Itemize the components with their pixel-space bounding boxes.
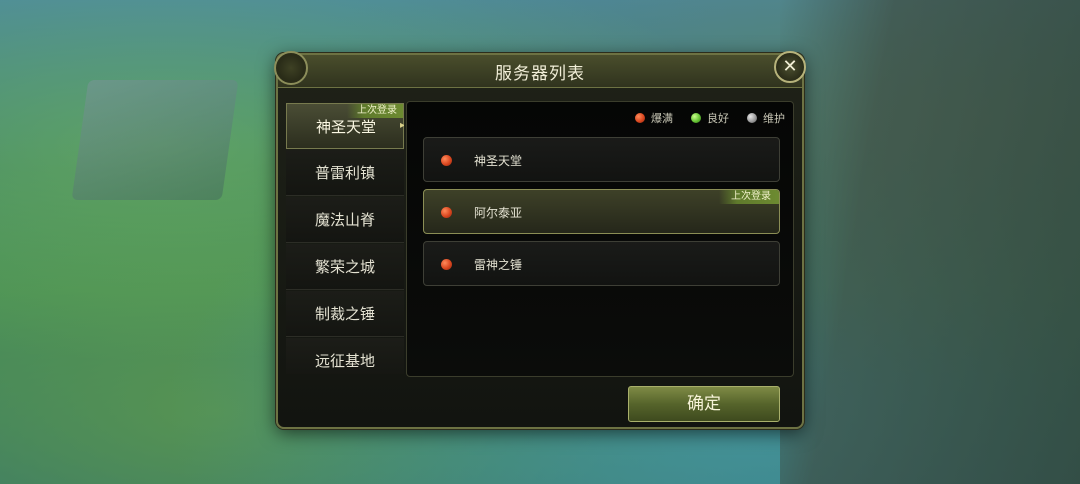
server-item-3[interactable]: 雷神之锤 (423, 241, 780, 286)
background-ruins (71, 80, 239, 200)
last-login-tag: 上次登录 (719, 190, 779, 204)
legend-good-label: 良好 (707, 112, 729, 125)
legend-maintenance-label: 维护 (763, 112, 785, 125)
server-name: 雷神之锤 (474, 258, 523, 272)
legend-full: 爆满 (635, 110, 673, 126)
zone-item-2[interactable]: 普雷利镇 (286, 150, 404, 196)
server-name: 阿尔泰亚 (474, 206, 523, 220)
status-legend: 爆满 良好 维护 (635, 110, 785, 126)
status-full-icon (441, 155, 452, 166)
zone-item-6[interactable]: 远征基地 (286, 338, 404, 374)
server-item-2[interactable]: 阿尔泰亚 上次登录 (423, 189, 780, 234)
confirm-button[interactable]: 确定 (628, 386, 780, 422)
server-list-panel: 爆满 良好 维护 神圣天堂 阿尔泰亚 上次登录 雷神之锤 (406, 101, 794, 377)
dialog-title: 服务器列表 (495, 64, 585, 84)
status-full-icon (441, 207, 452, 218)
close-button[interactable]: ✕ (774, 51, 806, 83)
zone-item-5[interactable]: 制裁之锤 (286, 291, 404, 337)
zone-label: 繁荣之城 (315, 258, 376, 276)
zone-item-1[interactable]: 神圣天堂 上次登录 ▸ (286, 103, 404, 149)
selected-arrow-icon: ▸ (399, 120, 404, 131)
status-maintenance-icon (747, 113, 757, 123)
zone-label: 神圣天堂 (316, 118, 377, 136)
zone-label: 魔法山脊 (315, 211, 376, 229)
zone-label: 制裁之锤 (315, 305, 376, 323)
zone-item-3[interactable]: 魔法山脊 (286, 197, 404, 243)
server-name: 神圣天堂 (474, 154, 523, 168)
zone-label: 普雷利镇 (315, 164, 376, 182)
zone-item-4[interactable]: 繁荣之城 (286, 244, 404, 290)
last-login-tag: 上次登录 (347, 104, 403, 118)
legend-full-label: 爆满 (651, 112, 673, 125)
zone-label: 远征基地 (315, 352, 376, 370)
status-full-icon (635, 113, 645, 123)
server-item-1[interactable]: 神圣天堂 (423, 137, 780, 182)
title-bar: 服务器列表 ✕ (274, 51, 806, 88)
background-rock (780, 0, 1080, 484)
status-good-icon (691, 113, 701, 123)
zone-sidebar: 神圣天堂 上次登录 ▸ 普雷利镇 魔法山脊 繁荣之城 制裁之锤 远征基地 (286, 103, 404, 374)
legend-maintenance: 维护 (747, 110, 785, 126)
legend-good: 良好 (691, 110, 729, 126)
server-list-dialog: 服务器列表 ✕ 神圣天堂 上次登录 ▸ 普雷利镇 魔法山脊 繁荣之城 制裁之锤 … (274, 51, 806, 429)
status-full-icon (441, 259, 452, 270)
